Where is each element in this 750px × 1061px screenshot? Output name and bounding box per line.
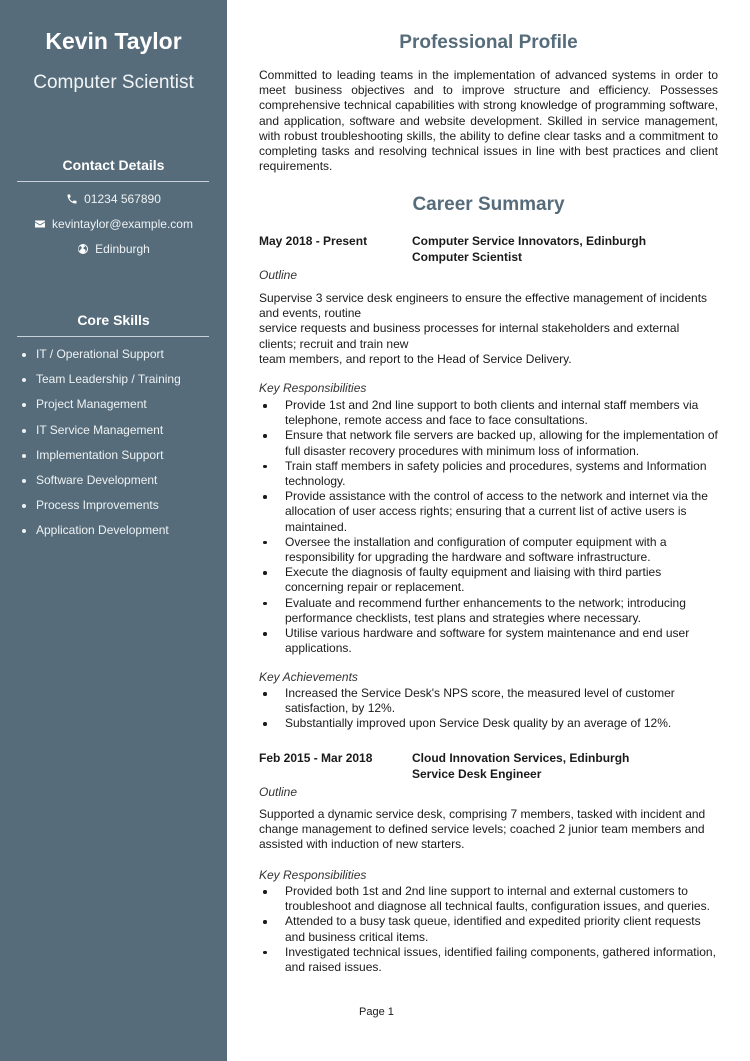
bullet-icon [263, 890, 267, 894]
sidebar: Kevin Taylor Computer Scientist Contact … [0, 0, 227, 1061]
skill-label: Team Leadership / Training [36, 372, 181, 387]
job-company: Cloud Innovation Services, Edinburgh [412, 751, 630, 765]
bullet-icon [22, 453, 26, 458]
bullet-icon [263, 495, 267, 499]
job-dates: Feb 2015 - Mar 2018 [259, 751, 373, 765]
list-item: Provided both 1st and 2nd line support t… [259, 884, 718, 914]
list-item: Utilise various hardware and software fo… [259, 626, 718, 656]
skill-label: Software Development [36, 472, 158, 487]
responsibilities-list: Provided both 1st and 2nd line support t… [259, 884, 718, 975]
job-outline: Supported a dynamic service desk, compri… [259, 807, 706, 852]
responsibilities-list: Provide 1st and 2nd line support to both… [259, 398, 718, 656]
skill-label: Process Improvements [36, 498, 159, 513]
list-item: Investigated technical issues, identifie… [259, 945, 718, 975]
skill-item: Software Development [22, 472, 181, 497]
job-dates: May 2018 - Present [259, 234, 368, 248]
skills-divider [17, 336, 209, 337]
phone-icon [67, 194, 77, 204]
bullet-icon [263, 540, 267, 545]
bullet-icon [22, 378, 26, 383]
page-number: Page 1 [359, 1006, 394, 1018]
job-outline: Supervise 3 service desk engineers to en… [259, 291, 718, 367]
bullet-icon [263, 464, 267, 469]
skill-label: Application Development [36, 523, 169, 538]
list-item: Oversee the installation and configurati… [259, 535, 718, 565]
job-role: Service Desk Engineer [412, 766, 542, 781]
outline-line: Supervise 3 service desk engineers to en… [259, 291, 708, 321]
list-item: Attended to a busy task queue, identifie… [259, 914, 718, 944]
career-heading: Career Summary [412, 194, 565, 215]
skills-list: IT / Operational Support Team Leadership… [22, 346, 181, 548]
skill-item: Implementation Support [22, 447, 181, 472]
core-skills-heading: Core Skills [77, 312, 150, 328]
list-item: Ensure that network file servers are bac… [259, 428, 718, 458]
responsibilities-label: Key Responsibilities [259, 868, 367, 882]
list-item: Substantially improved upon Service Desk… [259, 716, 718, 731]
list-item: Train staff members in safety policies a… [259, 459, 718, 489]
skill-item: Project Management [22, 396, 181, 421]
list-item: Execute the diagnosis of faulty equipmen… [259, 565, 718, 595]
bullet-icon [263, 692, 267, 696]
skill-item: Process Improvements [22, 497, 181, 522]
bullet-icon [22, 403, 26, 408]
email-address: kevintaylor@example.com [52, 217, 193, 231]
contact-phone: 01234 567890 [0, 192, 227, 206]
bullet-icon [263, 950, 267, 955]
contact-email: kevintaylor@example.com [0, 217, 227, 231]
job-company: Computer Service Innovators, Edinburgh [412, 234, 647, 248]
bullet-icon [263, 404, 267, 408]
bullet-icon [22, 529, 26, 534]
outline-line: service requests and business processes … [259, 321, 680, 351]
skill-label: IT / Operational Support [36, 347, 164, 361]
achievements-label: Key Achievements [259, 670, 358, 684]
bullet-icon [22, 353, 26, 357]
globe-icon [78, 244, 89, 254]
bullet-icon [263, 571, 267, 575]
skill-item: Application Development [22, 522, 181, 547]
candidate-job-title: Computer Scientist [33, 72, 194, 93]
skill-label: Implementation Support [36, 447, 164, 462]
responsibilities-label: Key Responsibilities [259, 381, 367, 395]
job-role: Computer Scientist [412, 249, 523, 264]
phone-number: 01234 567890 [84, 192, 161, 206]
list-item: Evaluate and recommend further enhanceme… [259, 596, 718, 626]
contact-divider [17, 181, 209, 182]
bullet-icon [22, 428, 26, 433]
location: Edinburgh [95, 242, 150, 256]
list-item: Provide assistance with the control of a… [259, 489, 718, 535]
profile-text: Committed to leading teams in the implem… [259, 68, 718, 174]
skill-label: Project Management [36, 397, 147, 412]
achievements-list: Increased the Service Desk's NPS score, … [259, 686, 718, 732]
outline-line: team members, and report to the Head of … [259, 351, 572, 366]
bullet-icon [263, 722, 267, 726]
contact-details-heading: Contact Details [62, 157, 165, 173]
envelope-icon [35, 220, 46, 228]
bullet-icon [263, 920, 267, 924]
skill-item: Team Leadership / Training [22, 371, 181, 396]
bullet-icon [263, 601, 267, 606]
list-item: Provide 1st and 2nd line support to both… [259, 398, 718, 428]
list-item: Increased the Service Desk's NPS score, … [259, 686, 718, 716]
skill-item: IT / Operational Support [22, 346, 181, 371]
profile-heading: Professional Profile [399, 32, 578, 53]
contact-location: Edinburgh [0, 242, 227, 256]
outline-label: Outline [259, 268, 298, 282]
bullet-icon [263, 632, 267, 636]
bullet-icon [22, 478, 26, 483]
bullet-icon [22, 504, 26, 509]
skill-label: IT Service Management [36, 422, 164, 437]
outline-label: Outline [259, 785, 298, 799]
candidate-name: Kevin Taylor [45, 28, 182, 54]
skill-item: IT Service Management [22, 422, 181, 447]
bullet-icon [263, 434, 267, 438]
